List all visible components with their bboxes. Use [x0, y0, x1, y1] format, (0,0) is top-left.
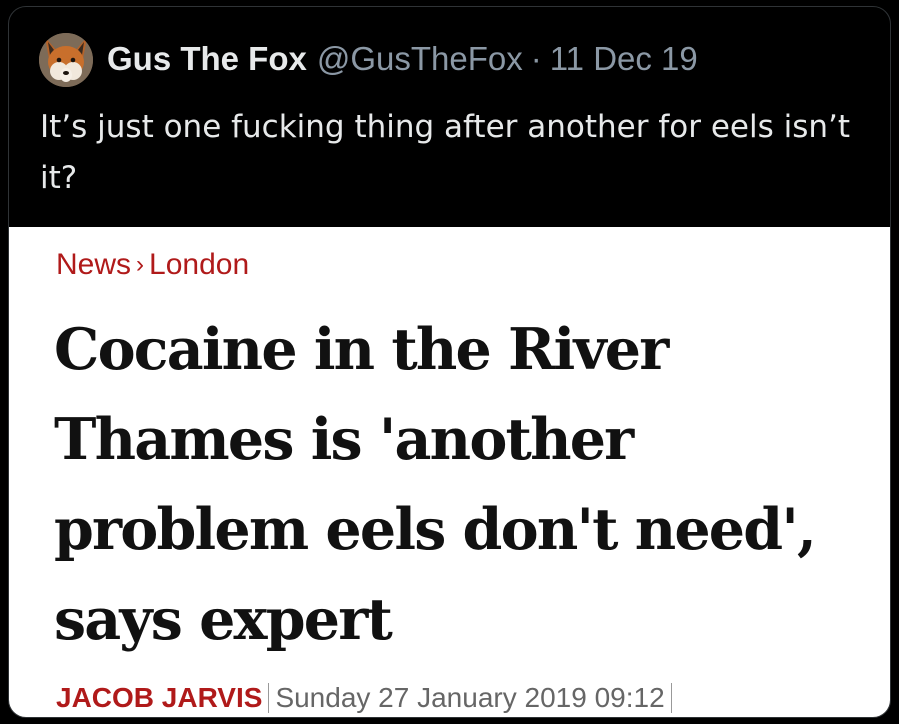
display-name[interactable]: Gus The Fox: [107, 40, 307, 77]
user-handle[interactable]: @GusTheFox: [317, 40, 523, 77]
breadcrumb: News › London: [56, 245, 249, 287]
tweet-text: It’s just one fucking thing after anothe…: [40, 109, 850, 196]
article-author: JACOB JARVIS: [56, 682, 263, 713]
tweet-meta: Gus The Fox @GusTheFox · 11 Dec 19: [107, 39, 698, 79]
tweet-card: Gus The Fox @GusTheFox · 11 Dec 19 It’s jus…: [8, 6, 891, 718]
meta-separator: ·: [530, 40, 542, 77]
attached-image[interactable]: News › London Cocaine in the River Thames …: [9, 227, 890, 717]
article-byline: JACOB JARVIS Sunday 27 January 2019 09:12: [56, 681, 678, 715]
tweet-header: Gus The Fox @GusTheFox · 11 Dec 19 It’s jus…: [9, 7, 890, 225]
tweet-date[interactable]: 11 Dec 19: [550, 40, 698, 77]
byline-divider-end: [670, 683, 672, 713]
chevron-right-icon: ›: [136, 251, 145, 278]
byline-divider: [268, 683, 270, 713]
breadcrumb-section: News: [56, 248, 132, 281]
fox-avatar-icon[interactable]: [39, 33, 93, 87]
article-headline: Cocaine in the River Thames is 'another …: [54, 316, 817, 653]
publish-date: Sunday 27 January 2019 09:12: [275, 682, 665, 713]
breadcrumb-subsection: London: [149, 248, 250, 281]
